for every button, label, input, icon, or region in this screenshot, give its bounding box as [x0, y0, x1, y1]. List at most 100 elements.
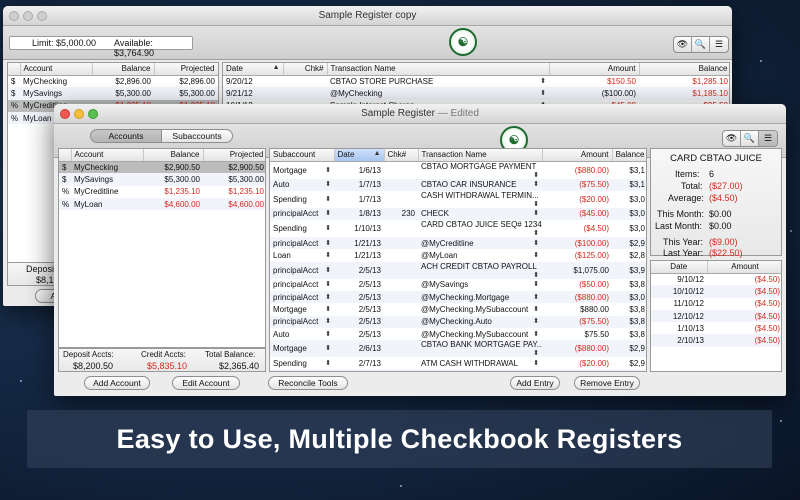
add-entry-button[interactable]: Add Entry	[510, 376, 560, 390]
column-header-account[interactable]: Account	[20, 63, 93, 76]
stepper-icon[interactable]: ⬍	[325, 239, 331, 247]
column-header-chk[interactable]: Chk#	[283, 63, 328, 76]
history-row[interactable]: 11/10/12 ($4.50)	[651, 298, 781, 310]
column-header-date[interactable]: Date ▲	[223, 63, 284, 76]
list-icon[interactable]: ☰	[710, 37, 728, 52]
view-segmented-control[interactable]: 👁 🔍 ☰	[673, 36, 729, 53]
column-header-projected[interactable]: Projected	[203, 149, 265, 162]
stepper-icon[interactable]: ⬍	[325, 266, 331, 274]
column-header-chk[interactable]: Chk#	[384, 149, 419, 162]
close-button[interactable]	[60, 109, 70, 119]
history-row[interactable]: 10/10/12 ($4.50)	[651, 285, 781, 298]
stepper-icon[interactable]: ⬍	[533, 171, 539, 179]
column-header-amount[interactable]: Amount	[549, 63, 640, 76]
table-row[interactable]: principalAcct ⬍ 2/5/13 @MyChecking.Auto ⬍ ($7…	[270, 315, 646, 328]
table-row[interactable]: principalAcct ⬍ 2/5/13 @MyChecking.Mortgage…	[270, 290, 646, 304]
stepper-icon[interactable]: ⬍	[533, 293, 539, 301]
history-row[interactable]: 12/10/12 ($4.50)	[651, 309, 781, 323]
stepper-icon[interactable]: ⬍	[325, 180, 331, 188]
history-row[interactable]: 1/10/13 ($4.50)	[651, 322, 781, 334]
history-row[interactable]: 9/10/12 ($4.50)	[651, 273, 781, 285]
column-header-type[interactable]	[59, 149, 72, 162]
stepper-icon[interactable]: ⬍	[325, 224, 331, 232]
stepper-icon[interactable]: ⬍	[533, 317, 539, 325]
column-header-balance[interactable]: Balance	[143, 149, 204, 162]
minimize-button[interactable]	[74, 109, 84, 119]
column-header-balance[interactable]: Balance	[639, 63, 729, 76]
account-row[interactable]: $ MySavings $5,300.00 $5,300.00	[8, 87, 218, 100]
stepper-icon[interactable]: ⬍	[325, 371, 331, 372]
search-icon[interactable]: 🔍	[692, 37, 710, 52]
table-row[interactable]: principalAcct ⬍ 1/8/13 230 CHECK ⬍ ($45.00) $3,…	[270, 207, 646, 221]
stepper-icon[interactable]: ⬍	[325, 251, 331, 259]
stepper-icon[interactable]: ⬍	[325, 317, 331, 325]
stepper-icon[interactable]: ⬍	[540, 77, 546, 85]
stepper-icon[interactable]: ⬍	[325, 293, 331, 301]
stepper-icon[interactable]: ⬍	[533, 349, 539, 357]
eye-icon[interactable]: 👁	[723, 131, 741, 146]
stepper-icon[interactable]: ⬍	[533, 359, 539, 367]
column-header-amount[interactable]: Amount	[707, 261, 781, 274]
account-row[interactable]: % MyLoan $4,600.00 $4,600.00	[59, 197, 265, 211]
table-row[interactable]: principalAcct ⬍ 2/5/13 ACH CREDIT CBTAO PAY…	[270, 261, 646, 279]
stepper-icon[interactable]: ⬍	[533, 209, 539, 217]
table-row[interactable]: Spending ⬍ 2/7/13 ATM CASH WITHDRAWAL ⬍ ($20…	[270, 357, 646, 369]
table-row[interactable]: 9/20/12 CBTAO STORE PURCHASE ⬍ $150.50 $1,28…	[223, 75, 729, 87]
account-row[interactable]: $ MyChecking $2,900.50 $2,900.50	[59, 161, 265, 174]
stepper-icon[interactable]: ⬍	[325, 344, 331, 352]
table-row[interactable]: principalAcct ⬍ 1/21/13 @MyCreditline ⬍ ($100…	[270, 237, 646, 250]
tab-subaccounts[interactable]: Subaccounts	[161, 129, 233, 143]
zoom-button[interactable]	[37, 11, 47, 21]
stepper-icon[interactable]: ⬍	[533, 305, 539, 313]
stepper-icon[interactable]: ⬍	[533, 200, 539, 208]
column-header-amount[interactable]: Amount	[542, 149, 613, 162]
stepper-icon[interactable]: ⬍	[533, 280, 539, 288]
column-header-projected[interactable]: Projected	[154, 63, 218, 76]
stepper-icon[interactable]: ⬍	[533, 251, 539, 259]
eye-icon[interactable]: 👁	[674, 37, 692, 52]
stepper-icon[interactable]: ⬍	[533, 371, 539, 372]
stepper-icon[interactable]: ⬍	[325, 280, 331, 288]
table-row[interactable]: principalAcct ⬍ 2/5/13 @MySavings ⬍ ($50.00) $…	[270, 279, 646, 291]
table-row[interactable]: Auto ⬍ 2/5/13 @MyChecking.MySubaccount ⬍ $75.…	[270, 328, 646, 340]
reconcile-tools-button[interactable]: Reconcile Tools	[268, 376, 348, 390]
stepper-icon[interactable]: ⬍	[540, 89, 546, 97]
account-row[interactable]: $ MySavings $5,300.00 $5,300.00	[59, 173, 265, 186]
table-row[interactable]: Spending ⬍ 1/7/13 CASH WITHDRAWAL TERMIN..…	[270, 191, 646, 208]
column-header-date[interactable]: Date	[651, 261, 708, 274]
table-row[interactable]: Spending ⬍ 1/10/13 CARD CBTAO JUICE SEQ# 12…	[270, 220, 646, 237]
stepper-icon[interactable]: ⬍	[533, 271, 539, 279]
column-header-account[interactable]: Account	[71, 149, 144, 162]
table-row[interactable]: Loan ⬍ 1/21/13 @MyLoan ⬍ ($125.00) $2,8	[270, 249, 646, 261]
stepper-icon[interactable]: ⬍	[325, 166, 331, 174]
stepper-icon[interactable]: ⬍	[325, 305, 331, 313]
column-header-transaction-name[interactable]: Transaction Name	[418, 149, 543, 162]
account-row[interactable]: $ MyChecking $2,896.00 $2,896.00	[8, 75, 218, 87]
table-row[interactable]: Auto ⬍ 1/7/13 CBTAO CAR INSURANCE ⬍ ($75.50) $…	[270, 178, 646, 191]
stepper-icon[interactable]: ⬍	[533, 239, 539, 247]
remove-entry-button[interactable]: Remove Entry	[574, 376, 640, 390]
account-row[interactable]: % MyCreditline $1,235.10 $1,235.10	[59, 186, 265, 198]
stepper-icon[interactable]: ⬍	[325, 209, 331, 217]
add-account-button[interactable]: Add Account	[84, 376, 150, 390]
edit-account-button[interactable]: Edit Account	[172, 376, 240, 390]
stepper-icon[interactable]: ⬍	[325, 195, 331, 203]
minimize-button[interactable]	[23, 11, 33, 21]
column-header-transaction-name[interactable]: Transaction Name	[327, 63, 550, 76]
view-segmented-control[interactable]: 👁 🔍 ☰	[722, 130, 778, 147]
table-row[interactable]: 9/21/12 @MyChecking ⬍ ($100.00) $1,185.10	[223, 87, 729, 100]
table-row[interactable]: Mortgage ⬍ 2/5/13 @MyChecking.MySubaccount ⬍…	[270, 303, 646, 315]
table-row[interactable]: Mortgage ⬍ 1/6/13 CBTAO MORTGAGE PAYMENT ⬍ ($…	[270, 161, 646, 179]
column-header-type[interactable]	[8, 63, 21, 76]
stepper-icon[interactable]: ⬍	[533, 330, 539, 338]
table-row[interactable]: principalAcct⬍2/8/13CHECK: 231⬍($45.00)$…	[270, 369, 646, 372]
table-row[interactable]: Mortgage ⬍ 2/6/13 CBTAO BANK MORTGAGE PAY..…	[270, 340, 646, 358]
close-button[interactable]	[9, 11, 19, 21]
column-header-date[interactable]: Date ▲	[334, 149, 385, 162]
column-header-balance[interactable]: Balance	[612, 149, 646, 162]
history-row[interactable]: 2/10/13 ($4.50)	[651, 334, 781, 347]
column-header-subaccount[interactable]: Subaccount	[270, 149, 335, 162]
stepper-icon[interactable]: ⬍	[325, 359, 331, 367]
stepper-icon[interactable]: ⬍	[533, 229, 539, 237]
search-icon[interactable]: 🔍	[741, 131, 759, 146]
